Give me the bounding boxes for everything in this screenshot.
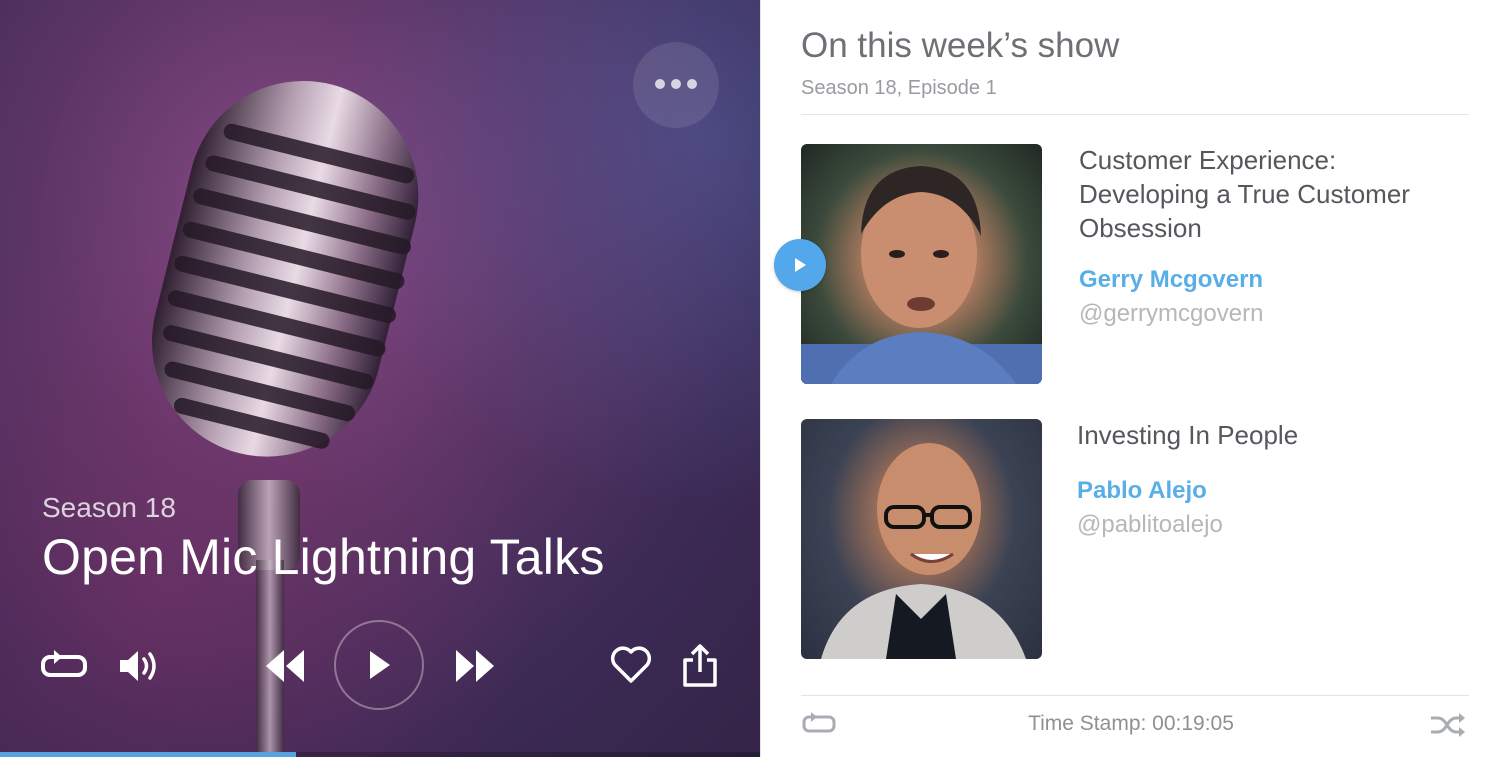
time-stamp: Time Stamp: 00:19:05 [1028, 712, 1234, 735]
more-icon [652, 76, 700, 94]
speaker-handle[interactable]: @gerrymcgovern [1079, 300, 1263, 328]
speaker-portrait [821, 443, 1026, 659]
more-options-button[interactable] [633, 42, 719, 128]
shuffle-button[interactable] [1429, 713, 1465, 742]
play-icon [370, 651, 390, 679]
fast-forward-icon [456, 650, 494, 682]
talk-title-line: Obsession [1079, 213, 1202, 243]
speaker-name[interactable]: Pablo Alejo [1077, 477, 1207, 505]
episode-heading: On this week’s show [801, 26, 1120, 65]
fast-forward-button[interactable] [454, 648, 496, 684]
talk-item: Customer Experience: Developing a True C… [774, 143, 1469, 386]
talk-title-line: Developing a True Customer [1079, 179, 1410, 209]
speaker-name[interactable]: Gerry Mcgovern [1079, 266, 1263, 294]
shuffle-icon [1431, 713, 1465, 737]
divider [801, 114, 1469, 115]
talk-play-button[interactable] [774, 239, 826, 291]
volume-button[interactable] [118, 648, 162, 684]
show-title: Open Mic Lightning Talks [42, 529, 605, 585]
talk-title: Investing In People [1077, 418, 1457, 452]
repeat-icon [41, 650, 87, 677]
podcast-player-app: Season 18 Open Mic Lightning Talks On th… [0, 0, 1500, 757]
speaker-photo [801, 144, 1042, 384]
speaker-photo [801, 419, 1042, 659]
repeat-button[interactable] [40, 650, 88, 682]
talk-title-line: Customer Experience: [1079, 145, 1337, 175]
episode-panel: On this week’s show Season 18, Episode 1 [760, 0, 1500, 757]
divider [801, 695, 1469, 696]
share-button[interactable] [681, 642, 719, 688]
play-button[interactable] [334, 620, 424, 710]
like-button[interactable] [610, 645, 652, 685]
share-icon [683, 644, 717, 687]
talk-title: Customer Experience: Developing a True C… [1079, 143, 1459, 245]
season-label: Season 18 [42, 492, 176, 523]
talk-title-line: Investing In People [1077, 420, 1299, 450]
talk-item: Investing In People Pablo Alejo @pablito… [801, 419, 1469, 661]
rewind-icon [266, 650, 304, 682]
episode-subheading: Season 18, Episode 1 [801, 77, 997, 99]
volume-icon [120, 651, 156, 681]
player-panel: Season 18 Open Mic Lightning Talks [0, 0, 760, 757]
speaker-portrait [801, 166, 1042, 384]
play-icon [795, 258, 806, 272]
progress-bar[interactable] [0, 752, 760, 757]
rewind-button[interactable] [264, 648, 306, 684]
progress-fill [0, 752, 297, 757]
heart-icon [610, 646, 652, 683]
speaker-handle[interactable]: @pablitoalejo [1077, 511, 1223, 539]
